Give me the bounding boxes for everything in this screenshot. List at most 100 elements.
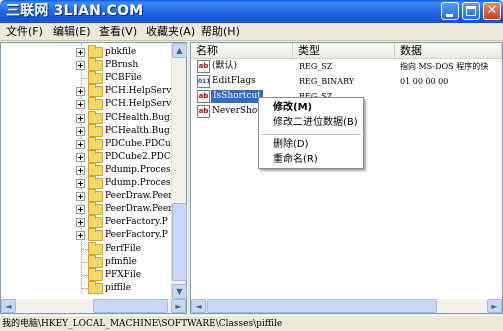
tree-hscroll-thumb[interactable] bbox=[93, 299, 168, 313]
title-bar[interactable]: 三联网 3LIAN.COM ✕ bbox=[0, 0, 503, 23]
value-row[interactable]: 011 EditFlags REG_BINARY 01 00 00 00 bbox=[191, 74, 502, 89]
folder-icon bbox=[88, 189, 103, 203]
tree-item-label: PCH.HelpServi bbox=[105, 86, 171, 97]
scroll-up-icon: ▲ bbox=[176, 46, 183, 55]
folder-icon bbox=[88, 110, 103, 124]
folder-icon bbox=[88, 215, 103, 229]
tree-scroll-up-button[interactable]: ▲ bbox=[172, 43, 187, 58]
menu-help[interactable]: 帮助(H) bbox=[201, 25, 240, 39]
tree-item-label: Pdump.Process bbox=[105, 164, 171, 175]
registry-values-pane[interactable]: 名称 类型 数据 ab (默认) REG_SZ 指向 MS-DOS 程序的快 0… bbox=[190, 42, 503, 314]
tree-item-label: PFXFile bbox=[105, 269, 142, 280]
folder-icon bbox=[88, 45, 103, 58]
values-hscroll-thumb[interactable] bbox=[207, 299, 437, 313]
status-bar: 我的电脑\HKEY_LOCAL_MACHINE\SOFTWARE\Classes… bbox=[0, 315, 503, 331]
tree-item[interactable]: piffile bbox=[1, 280, 172, 296]
expand-icon[interactable] bbox=[76, 87, 85, 97]
scroll-down-icon: ▼ bbox=[176, 287, 183, 296]
minimize-icon bbox=[446, 14, 453, 17]
value-data bbox=[400, 90, 502, 103]
scroll-right-icon: ► bbox=[175, 302, 182, 311]
folder-icon bbox=[88, 228, 103, 242]
column-header-data[interactable]: 数据 bbox=[395, 43, 502, 59]
value-name: EditFlags bbox=[212, 76, 256, 86]
column-header-name[interactable]: 名称 bbox=[191, 43, 293, 59]
expand-icon[interactable] bbox=[76, 139, 85, 149]
tree-item-label: PCHealth.BugF bbox=[105, 125, 171, 136]
folder-icon bbox=[88, 280, 103, 294]
value-data: 01 00 00 00 bbox=[400, 77, 449, 86]
minimize-button[interactable] bbox=[441, 2, 459, 20]
folder-icon bbox=[88, 176, 103, 189]
maximize-icon bbox=[466, 6, 476, 16]
expand-icon[interactable] bbox=[76, 205, 85, 215]
tree-item-label: PeerFactory.P bbox=[105, 230, 168, 241]
tree-horizontal-scrollbar[interactable]: ◄ ► bbox=[1, 299, 186, 313]
close-icon: ✕ bbox=[486, 3, 498, 18]
folder-icon bbox=[88, 136, 103, 150]
expand-icon[interactable] bbox=[76, 231, 85, 241]
status-path: 我的电脑\HKEY_LOCAL_MACHINE\SOFTWARE\Classes… bbox=[2, 319, 283, 329]
context-item-modify[interactable]: 修改(M) bbox=[273, 101, 312, 115]
value-type: REG_BINARY bbox=[299, 77, 355, 86]
scroll-left-icon: ◄ bbox=[195, 302, 202, 311]
expand-icon[interactable] bbox=[76, 48, 85, 57]
folder-icon bbox=[88, 267, 103, 281]
tree-item-label: PCBFile bbox=[105, 73, 142, 84]
scroll-right-icon: ► bbox=[491, 302, 498, 311]
scroll-left-icon: ◄ bbox=[5, 302, 12, 311]
value-data: 指向 MS-DOS 程序的快 bbox=[400, 62, 489, 71]
expand-icon[interactable] bbox=[76, 100, 85, 110]
menu-bar: 文件(F) 编辑(E) 查看(V) 收藏夹(A) 帮助(H) bbox=[0, 23, 503, 41]
tree-item-label: PBrush bbox=[105, 60, 139, 71]
tree-item-label: pfmfile bbox=[105, 256, 137, 267]
context-item-modify-binary[interactable]: 修改二进位数据(B) bbox=[273, 116, 358, 130]
expand-icon[interactable] bbox=[76, 126, 85, 136]
tree-item-label: Pdump.Process bbox=[105, 178, 171, 188]
menu-favorites[interactable]: 收藏夹(A) bbox=[146, 25, 195, 39]
tree-item-label: PeerFactory.P bbox=[105, 217, 168, 228]
values-horizontal-scrollbar[interactable]: ◄ ► bbox=[191, 299, 502, 313]
menu-file[interactable]: 文件(F) bbox=[6, 25, 43, 39]
tree-item-label: PeerDraw.Peer bbox=[105, 191, 171, 202]
tree-scroll-thumb[interactable] bbox=[172, 203, 187, 281]
value-row[interactable]: ab (默认) REG_SZ 指向 MS-DOS 程序的快 bbox=[191, 59, 502, 74]
tree-item-label: PCHealth.BugF bbox=[105, 112, 171, 123]
menu-edit[interactable]: 编辑(E) bbox=[53, 25, 91, 39]
folder-icon bbox=[88, 71, 103, 85]
expand-icon[interactable] bbox=[76, 61, 85, 71]
tree-scroll-left-button[interactable]: ◄ bbox=[1, 299, 16, 313]
expand-icon[interactable] bbox=[76, 179, 85, 188]
expand-icon[interactable] bbox=[76, 152, 85, 162]
folder-icon bbox=[88, 149, 103, 163]
context-menu-separator bbox=[261, 134, 361, 135]
window-title: 三联网 3LIAN.COM bbox=[6, 3, 144, 19]
tree-scroll-right-button[interactable]: ► bbox=[171, 299, 186, 313]
values-scroll-right-button[interactable]: ► bbox=[487, 299, 502, 313]
registry-tree-pane[interactable]: pbkfile PBrush PCBFile PCH.HelpServi PCH.Hel… bbox=[0, 42, 187, 314]
tree-item-label: PeerDraw.Peer bbox=[105, 204, 171, 215]
string-value-icon: ab bbox=[197, 90, 210, 103]
context-item-delete[interactable]: 删除(D) bbox=[273, 138, 309, 152]
close-button[interactable]: ✕ bbox=[483, 2, 501, 20]
maximize-button[interactable] bbox=[462, 2, 480, 20]
expand-icon[interactable] bbox=[76, 192, 85, 202]
tree-item-label: PDCube2.PDCub bbox=[105, 151, 171, 162]
values-scroll-left-button[interactable]: ◄ bbox=[191, 299, 206, 313]
folder-icon bbox=[88, 162, 103, 176]
column-header-type[interactable]: 类型 bbox=[293, 43, 395, 59]
menu-view[interactable]: 查看(V) bbox=[99, 25, 137, 39]
tree-vertical-scrollbar[interactable]: ▲ ▼ bbox=[171, 43, 187, 299]
folder-icon bbox=[88, 84, 103, 98]
expand-icon[interactable] bbox=[76, 165, 85, 175]
folder-icon bbox=[88, 58, 103, 72]
context-item-rename[interactable]: 重命名(R) bbox=[273, 153, 318, 167]
tree-scroll-down-button[interactable]: ▼ bbox=[172, 284, 187, 299]
tree-item-label: piffile bbox=[105, 282, 132, 293]
folder-icon bbox=[88, 123, 103, 137]
expand-icon[interactable] bbox=[76, 113, 85, 123]
tree-item-label: PerfFile bbox=[105, 243, 141, 254]
binary-value-icon: 011 bbox=[197, 75, 210, 88]
expand-icon[interactable] bbox=[76, 218, 85, 228]
tree-item-label: PCH.HelpServi bbox=[105, 99, 171, 110]
